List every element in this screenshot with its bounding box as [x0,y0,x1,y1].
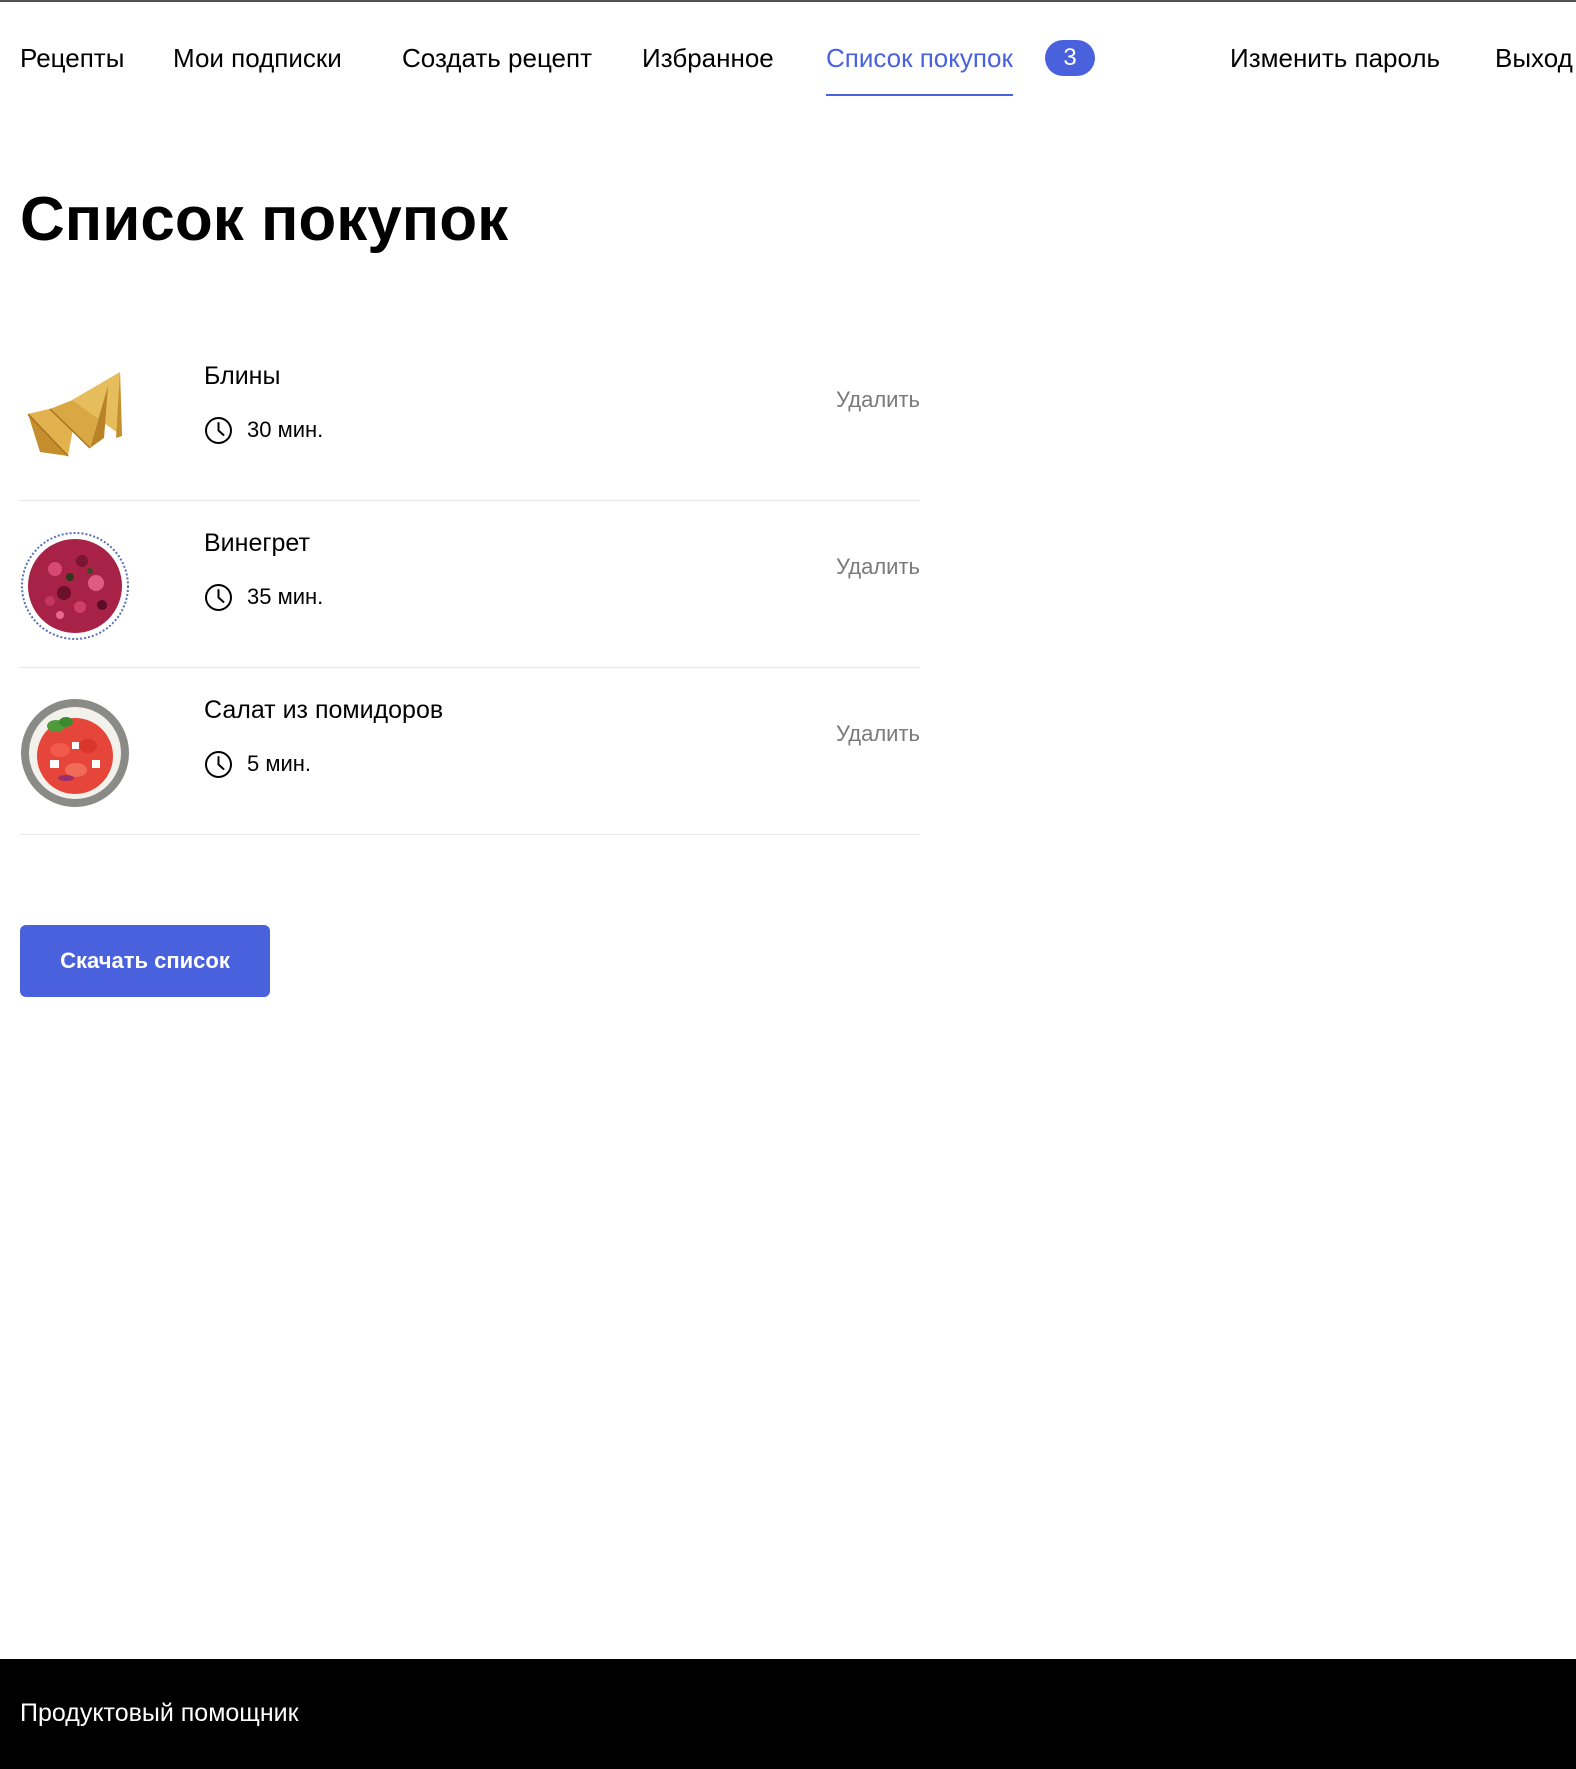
page-title: Список покупок [20,185,509,254]
nav-link-favorites[interactable]: Избранное [642,42,774,74]
nav-link-create-recipe[interactable]: Создать рецепт [402,42,592,74]
recipe-name[interactable]: Винегрет [204,527,310,559]
recipe-name[interactable]: Салат из помидоров [204,694,443,726]
list-item: Винегрет 35 мин. Удалить [20,501,920,668]
active-tab-underline [826,94,1013,96]
clock-icon [205,584,232,611]
list-item: Блины 30 мин. Удалить [20,334,920,501]
nav-link-subscriptions[interactable]: Мои подписки [173,42,342,74]
footer: Продуктовый помощник [0,1659,1576,1769]
recipe-name[interactable]: Блины [204,360,280,392]
nav-link-recipes[interactable]: Рецепты [20,42,124,74]
delete-button[interactable]: Удалить [836,384,920,416]
pancakes-photo [27,372,122,457]
clock-icon [205,417,232,444]
shopping-list: Блины 30 мин. Удалить Винегрет 35 мин. У… [20,334,920,835]
cook-time-text: 30 мин. [247,417,324,442]
vinaigrette-photo [21,532,129,640]
tomato-salad-photo [21,699,129,807]
delete-button[interactable]: Удалить [836,718,920,750]
nav-link-shopping-list[interactable]: Список покупок [826,42,1013,96]
delete-button[interactable]: Удалить [836,551,920,583]
cook-time-text: 35 мин. [247,584,324,609]
shopping-count-badge: 3 [1045,40,1095,76]
list-item: Салат из помидоров 5 мин. Удалить [20,668,920,835]
footer-brand: Продуктовый помощник [20,1699,299,1727]
nav-link-shopping-list-label: Список покупок [826,43,1013,73]
main-nav: Рецепты Мои подписки Создать рецепт Избр… [0,0,1576,100]
nav-link-change-password[interactable]: Изменить пароль [1230,42,1440,74]
clock-icon [205,751,232,778]
download-list-button[interactable]: Скачать список [20,925,270,997]
cook-time-text: 5 мин. [247,751,312,776]
nav-link-logout[interactable]: Выход [1495,42,1573,74]
